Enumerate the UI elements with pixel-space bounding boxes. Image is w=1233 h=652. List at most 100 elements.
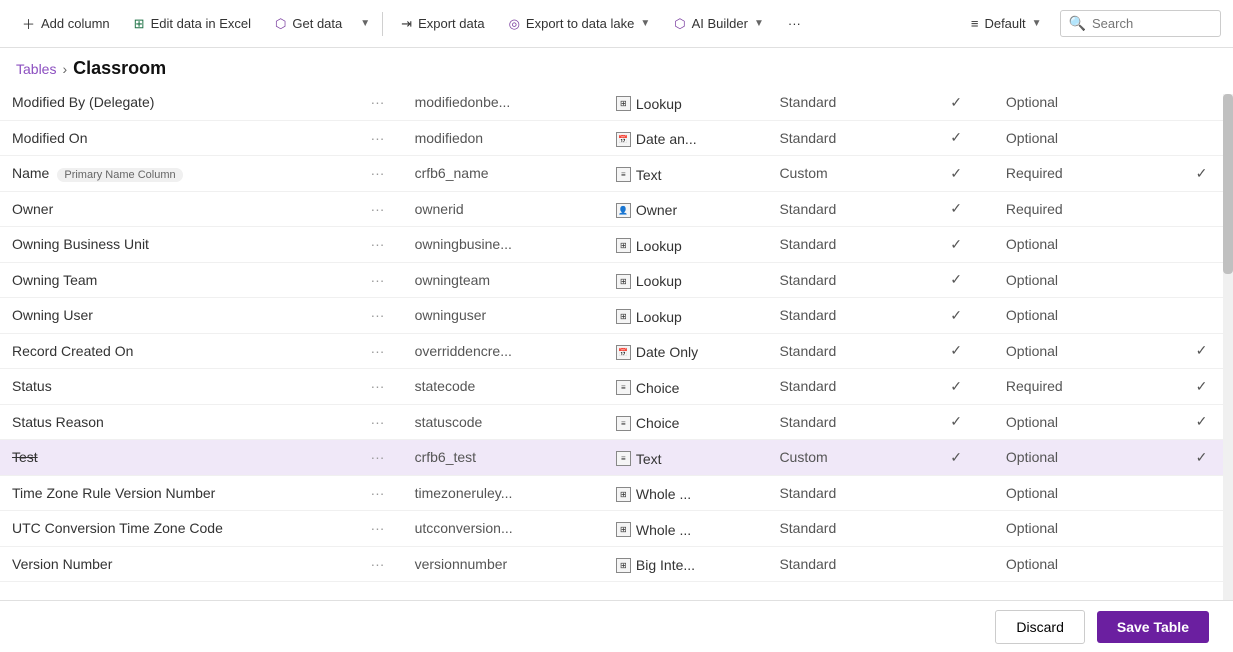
row-custom-type: Standard [767, 191, 918, 227]
managed-check: ✓ [1196, 342, 1208, 358]
toolbar-right: ≡ Default ▼ 🔍 [961, 10, 1221, 37]
row-schema-name: owninguser [403, 298, 604, 334]
table-row[interactable]: Version Number ··· versionnumber ⊞ Big I… [0, 546, 1233, 582]
row-custom-type: Standard [767, 333, 918, 369]
row-schema-name: overriddencre... [403, 333, 604, 369]
default-view-icon: ≡ [971, 16, 979, 31]
table-row[interactable]: UTC Conversion Time Zone Code ··· utccon… [0, 511, 1233, 547]
discard-button[interactable]: Discard [995, 610, 1084, 644]
more-options-button[interactable]: ··· [778, 10, 811, 37]
row-context-menu[interactable]: ··· [352, 333, 402, 369]
row-context-menu[interactable]: ··· [352, 369, 402, 405]
table-row[interactable]: Owning Business Unit ··· owningbusine...… [0, 227, 1233, 263]
export-data-label: Export data [418, 16, 485, 31]
more-options-icon: ··· [788, 16, 801, 31]
row-data-type: ≡ Text [604, 440, 768, 476]
row-schema-name: crfb6_test [403, 440, 604, 476]
managed-check: ✓ [1196, 413, 1208, 429]
managed-check: ✓ [1196, 165, 1208, 181]
get-data-label: Get data [292, 16, 342, 31]
default-view-button[interactable]: ≡ Default ▼ [961, 10, 1052, 37]
row-searchable: ✓ [918, 440, 993, 476]
row-requirement: Optional [994, 404, 1170, 440]
row-searchable: ✓ [918, 369, 993, 405]
table-row[interactable]: Test ··· crfb6_test ≡ Text Custom ✓ Opti… [0, 440, 1233, 476]
row-custom-type: Standard [767, 404, 918, 440]
row-context-menu[interactable]: ··· [352, 262, 402, 298]
footer: Discard Save Table [0, 600, 1233, 652]
row-schema-name: versionnumber [403, 546, 604, 582]
table-row[interactable]: Owner ··· ownerid 👤 Owner Standard ✓ Req… [0, 191, 1233, 227]
add-column-button[interactable]: ＋ Add column [12, 8, 120, 39]
search-input[interactable] [1092, 16, 1212, 31]
table-row[interactable]: Status ··· statecode ≡ Choice Standard ✓… [0, 369, 1233, 405]
export-data-button[interactable]: ⇥ Export data [391, 10, 494, 38]
breadcrumb-parent[interactable]: Tables [16, 61, 56, 77]
export-lake-icon: ◎ [509, 16, 520, 32]
row-requirement: Required [994, 191, 1170, 227]
table-row[interactable]: Modified On ··· modifiedon 📅 Date an... … [0, 120, 1233, 156]
edit-excel-button[interactable]: ⊞ Edit data in Excel [124, 10, 261, 38]
table-row[interactable]: NamePrimary Name Column ··· crfb6_name ≡… [0, 156, 1233, 192]
ai-builder-arrow: ▼ [754, 18, 764, 29]
row-data-type: ≡ Choice [604, 369, 768, 405]
row-context-menu[interactable]: ··· [352, 440, 402, 476]
row-data-type: 👤 Owner [604, 191, 768, 227]
row-searchable: ✓ [918, 404, 993, 440]
table-row[interactable]: Modified By (Delegate) ··· modifiedonbe.… [0, 85, 1233, 120]
get-data-icon: ⬡ [275, 16, 286, 32]
row-context-menu[interactable]: ··· [352, 85, 402, 120]
chevron-down-icon: ▼ [360, 18, 370, 29]
row-display-name: Owner [0, 191, 352, 227]
row-context-menu[interactable]: ··· [352, 191, 402, 227]
searchable-check: ✓ [950, 129, 962, 145]
dropdown-arrow-button[interactable]: ▼ [356, 12, 374, 35]
row-data-type: ⊞ Lookup [604, 298, 768, 334]
row-context-menu[interactable]: ··· [352, 156, 402, 192]
table-row[interactable]: Owning User ··· owninguser ⊞ Lookup Stan… [0, 298, 1233, 334]
export-data-icon: ⇥ [401, 16, 412, 32]
row-data-type: ⊞ Whole ... [604, 475, 768, 511]
row-context-menu[interactable]: ··· [352, 404, 402, 440]
row-searchable: ✓ [918, 262, 993, 298]
row-display-name: Owning Team [0, 262, 352, 298]
row-context-menu[interactable]: ··· [352, 120, 402, 156]
table-row[interactable]: Record Created On ··· overriddencre... 📅… [0, 333, 1233, 369]
row-context-menu[interactable]: ··· [352, 511, 402, 547]
row-data-type: ⊞ Big Inte... [604, 546, 768, 582]
export-lake-button[interactable]: ◎ Export to data lake ▼ [499, 10, 661, 38]
searchable-check: ✓ [950, 165, 962, 181]
row-data-type: ⊞ Lookup [604, 85, 768, 120]
row-display-name: Owning User [0, 298, 352, 334]
table-row[interactable]: Status Reason ··· statuscode ≡ Choice St… [0, 404, 1233, 440]
row-requirement: Optional [994, 333, 1170, 369]
row-display-name: Test [0, 440, 352, 476]
row-requirement: Optional [994, 85, 1170, 120]
scrollbar-thumb[interactable] [1223, 94, 1233, 274]
row-data-type: ⊞ Lookup [604, 262, 768, 298]
row-context-menu[interactable]: ··· [352, 227, 402, 263]
table-row[interactable]: Time Zone Rule Version Number ··· timezo… [0, 475, 1233, 511]
searchable-check: ✓ [950, 449, 962, 465]
get-data-button[interactable]: ⬡ Get data [265, 10, 352, 38]
row-custom-type: Custom [767, 156, 918, 192]
breadcrumb: Tables › Classroom [0, 48, 1233, 85]
row-context-menu[interactable]: ··· [352, 546, 402, 582]
row-display-name: Owning Business Unit [0, 227, 352, 263]
search-box[interactable]: 🔍 [1060, 10, 1221, 37]
row-requirement: Optional [994, 262, 1170, 298]
row-context-menu[interactable]: ··· [352, 475, 402, 511]
row-schema-name: modifiedon [403, 120, 604, 156]
toolbar-divider-1 [382, 12, 383, 36]
searchable-check: ✓ [950, 378, 962, 394]
row-custom-type: Standard [767, 120, 918, 156]
row-display-name: Status [0, 369, 352, 405]
row-context-menu[interactable]: ··· [352, 298, 402, 334]
row-requirement: Required [994, 369, 1170, 405]
row-custom-type: Standard [767, 546, 918, 582]
save-table-button[interactable]: Save Table [1097, 611, 1209, 643]
row-searchable [918, 511, 993, 547]
ai-builder-button[interactable]: ⬡ AI Builder ▼ [664, 10, 774, 38]
table-row[interactable]: Owning Team ··· owningteam ⊞ Lookup Stan… [0, 262, 1233, 298]
scrollbar-track[interactable] [1223, 94, 1233, 600]
